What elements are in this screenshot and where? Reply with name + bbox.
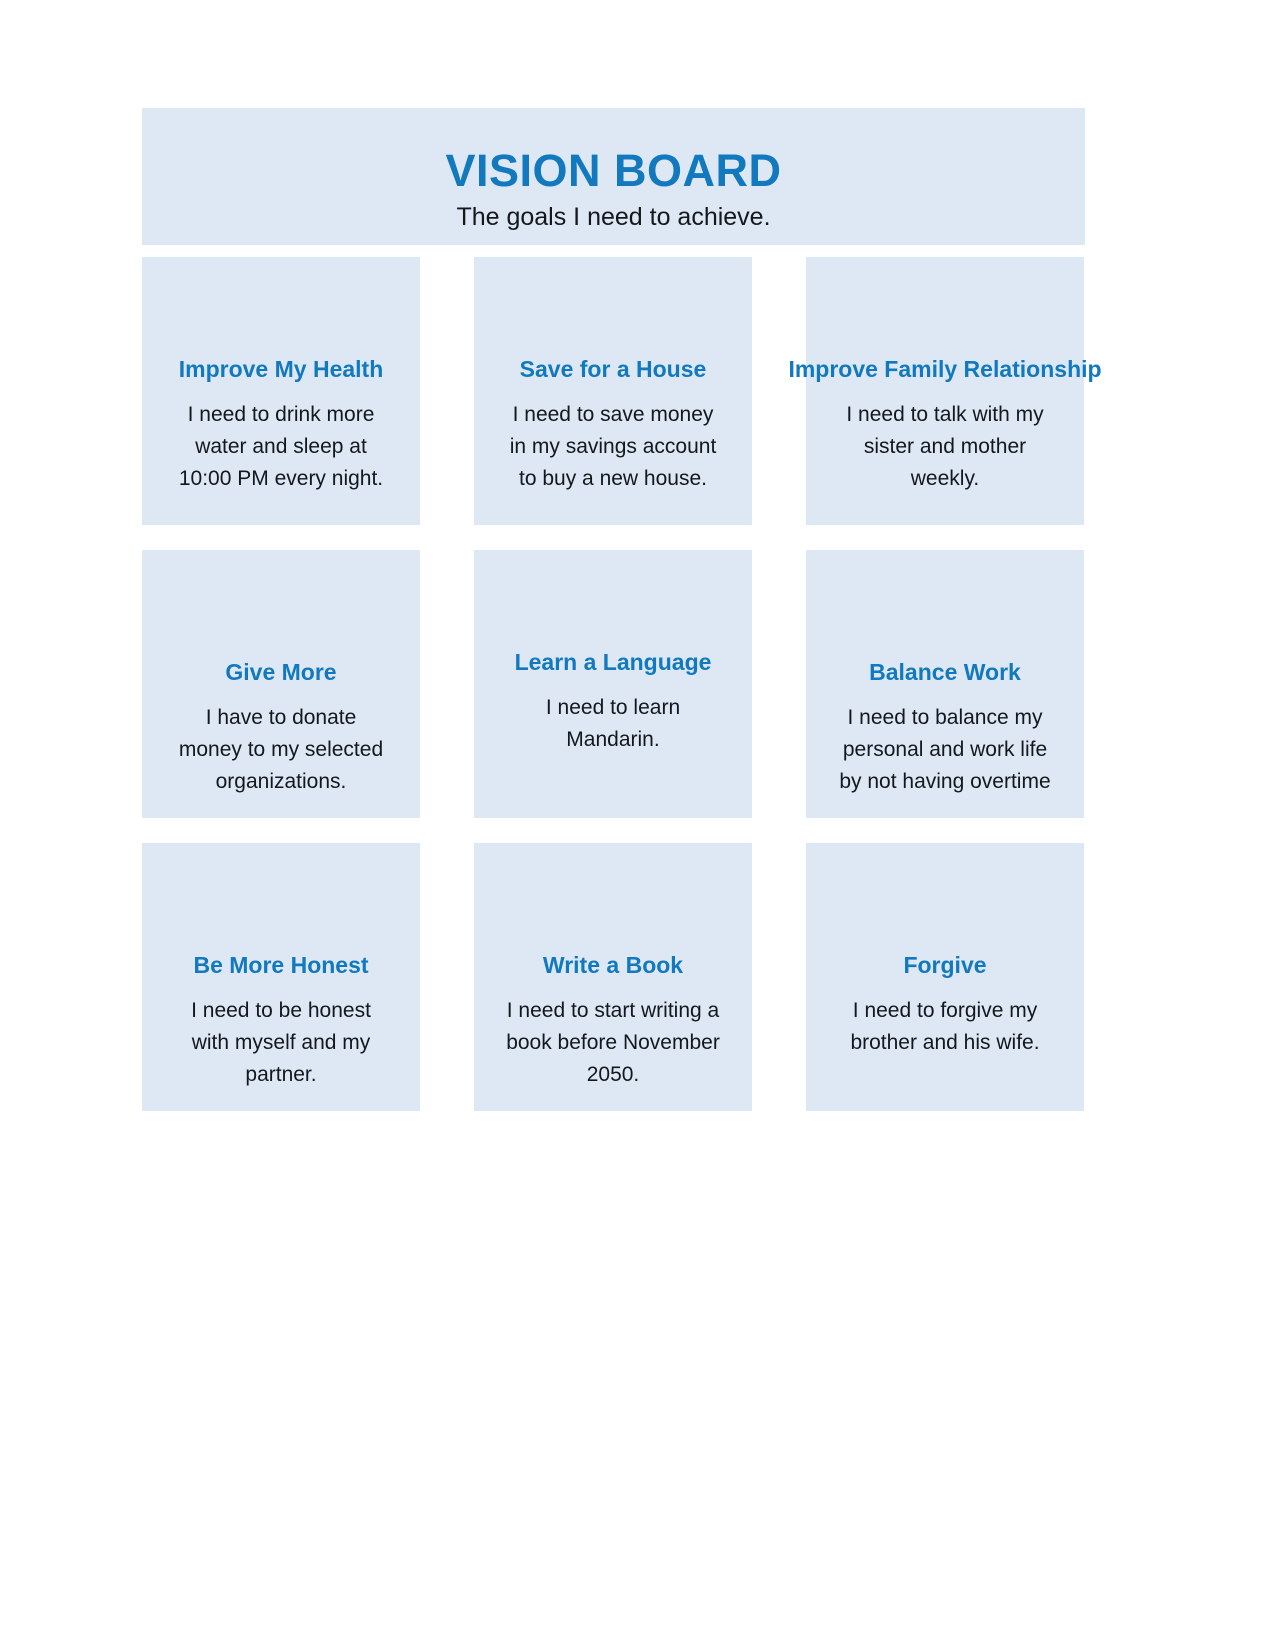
board-header: VISION BOARD The goals I need to achieve… bbox=[142, 108, 1085, 245]
page-title: VISION BOARD bbox=[445, 144, 782, 196]
goal-card[interactable]: Improve My Health I need to drink more w… bbox=[142, 257, 420, 525]
goal-description: I need to balance my personal and work l… bbox=[839, 706, 1051, 793]
goal-title: Write a Book bbox=[542, 952, 684, 979]
goal-description: I need to save money in my savings accou… bbox=[509, 403, 717, 490]
goal-card[interactable]: Give More I have to donate money to my s… bbox=[142, 550, 420, 818]
goal-title: Improve Family Relationship bbox=[788, 356, 1102, 383]
goal-title: Be More Honest bbox=[193, 952, 369, 979]
vision-board-page: VISION BOARD The goals I need to achieve… bbox=[0, 0, 1275, 1650]
goal-title: Balance Work bbox=[869, 659, 1021, 686]
goal-description: I have to donate money to my selected or… bbox=[178, 706, 384, 793]
goal-title-block: Save for a House bbox=[476, 271, 750, 389]
goal-card[interactable]: Forgive I need to forgive my brother and… bbox=[806, 843, 1084, 1111]
goal-title: Forgive bbox=[903, 952, 987, 979]
goal-description: I need to drink more water and sleep at … bbox=[178, 403, 384, 490]
goal-title-block: Balance Work bbox=[808, 564, 1082, 692]
goal-title: Save for a House bbox=[519, 356, 707, 383]
goal-card[interactable]: Be More Honest I need to be honest with … bbox=[142, 843, 420, 1111]
goal-title-block: Improve My Health bbox=[144, 271, 418, 389]
goal-title-block: Learn a Language bbox=[476, 564, 750, 682]
goal-card[interactable]: Save for a House I need to save money in… bbox=[474, 257, 752, 525]
goal-description: I need to learn Mandarin. bbox=[545, 696, 681, 751]
goal-title: Learn a Language bbox=[514, 649, 712, 676]
goal-card-grid: Improve My Health I need to drink more w… bbox=[142, 257, 1102, 1111]
goal-description: I need to be honest with myself and my p… bbox=[191, 999, 371, 1086]
goal-card[interactable]: Learn a Language I need to learn Mandari… bbox=[474, 550, 752, 818]
goal-card[interactable]: Write a Book I need to start writing a b… bbox=[474, 843, 752, 1111]
goal-title-block: Give More bbox=[144, 564, 418, 692]
page-subtitle: The goals I need to achieve. bbox=[456, 203, 771, 232]
goal-description: I need to start writing a book before No… bbox=[506, 999, 720, 1086]
goal-title-block: Write a Book bbox=[476, 857, 750, 985]
goal-card[interactable]: Balance Work I need to balance my person… bbox=[806, 550, 1084, 818]
goal-title-block: Forgive bbox=[808, 857, 1082, 985]
goal-title-block: Improve Family Relationship bbox=[788, 271, 1101, 389]
goal-description: I need to talk with my sister and mother… bbox=[846, 403, 1044, 490]
goal-description: I need to forgive my brother and his wif… bbox=[850, 999, 1040, 1054]
goal-title: Improve My Health bbox=[178, 356, 384, 383]
goal-card[interactable]: Improve Family Relationship I need to ta… bbox=[788, 257, 1102, 525]
goal-title-block: Be More Honest bbox=[144, 857, 418, 985]
goal-title: Give More bbox=[225, 659, 337, 686]
